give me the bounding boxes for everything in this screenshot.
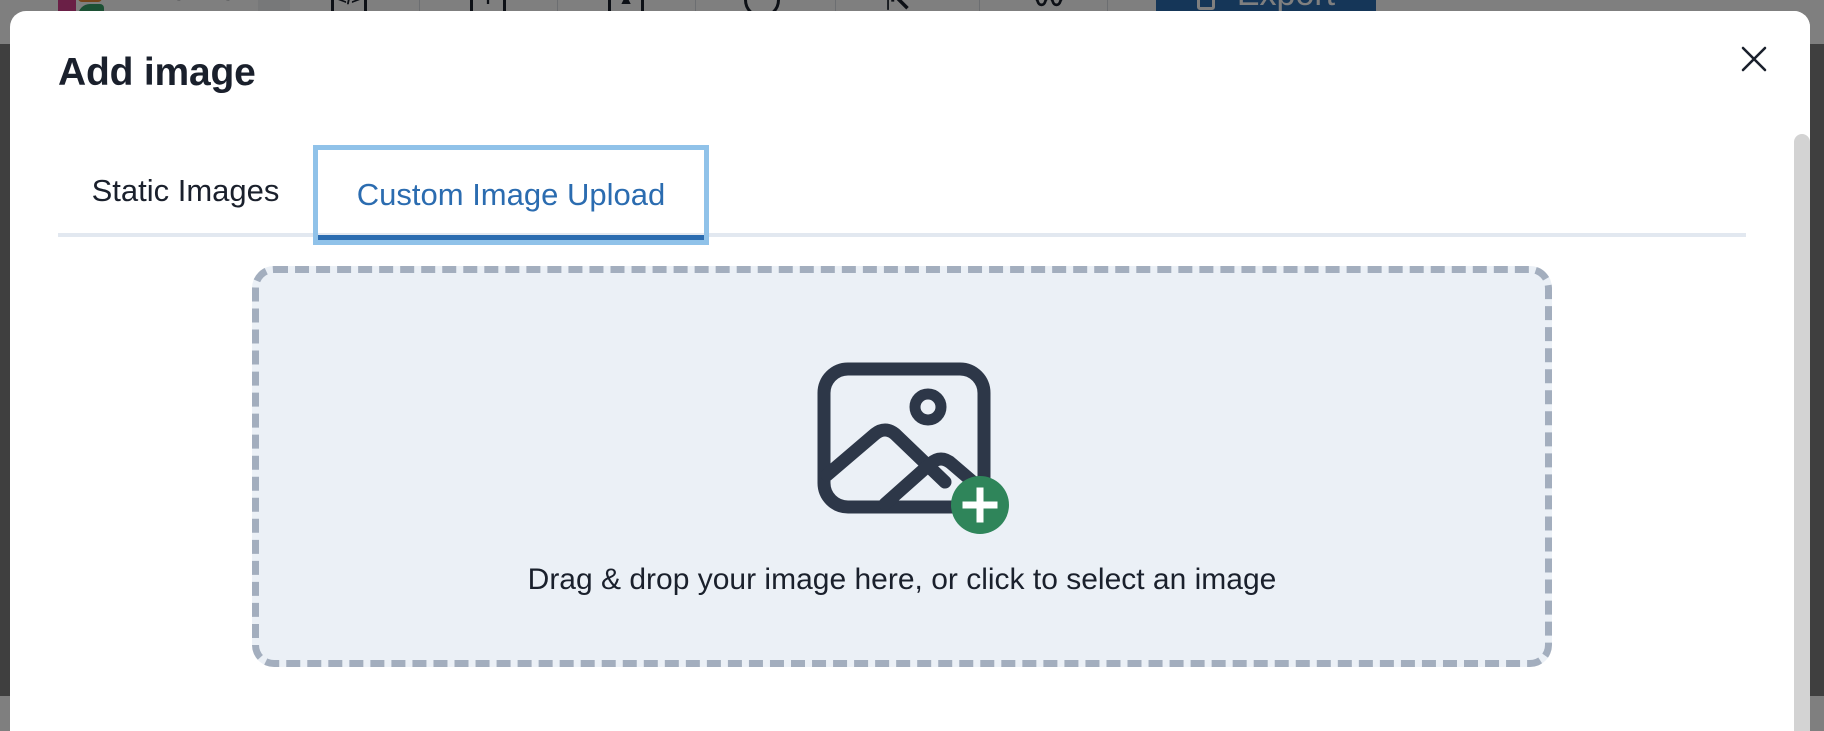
dropzone-instructions: Drag & drop your image here, or click to… — [527, 563, 1277, 596]
close-icon — [1741, 46, 1767, 72]
tab-list: Static Images Custom Image Upload — [58, 145, 1746, 245]
close-button[interactable] — [1734, 39, 1774, 79]
scrollbar-thumb[interactable] — [1794, 134, 1810, 731]
image-add-icon — [817, 362, 1009, 534]
tab-static-images[interactable]: Static Images — [58, 145, 313, 237]
tab-custom-image-upload[interactable]: Custom Image Upload — [313, 145, 709, 245]
tab-label: Custom Image Upload — [356, 177, 666, 212]
modal-title: Add image — [58, 51, 256, 94]
image-dropzone[interactable]: Drag & drop your image here, or click to… — [252, 266, 1552, 667]
add-image-modal: Add image Static Images Custom Image Upl… — [10, 11, 1810, 731]
tab-label: Static Images — [91, 173, 280, 208]
add-badge-icon — [951, 476, 1009, 534]
